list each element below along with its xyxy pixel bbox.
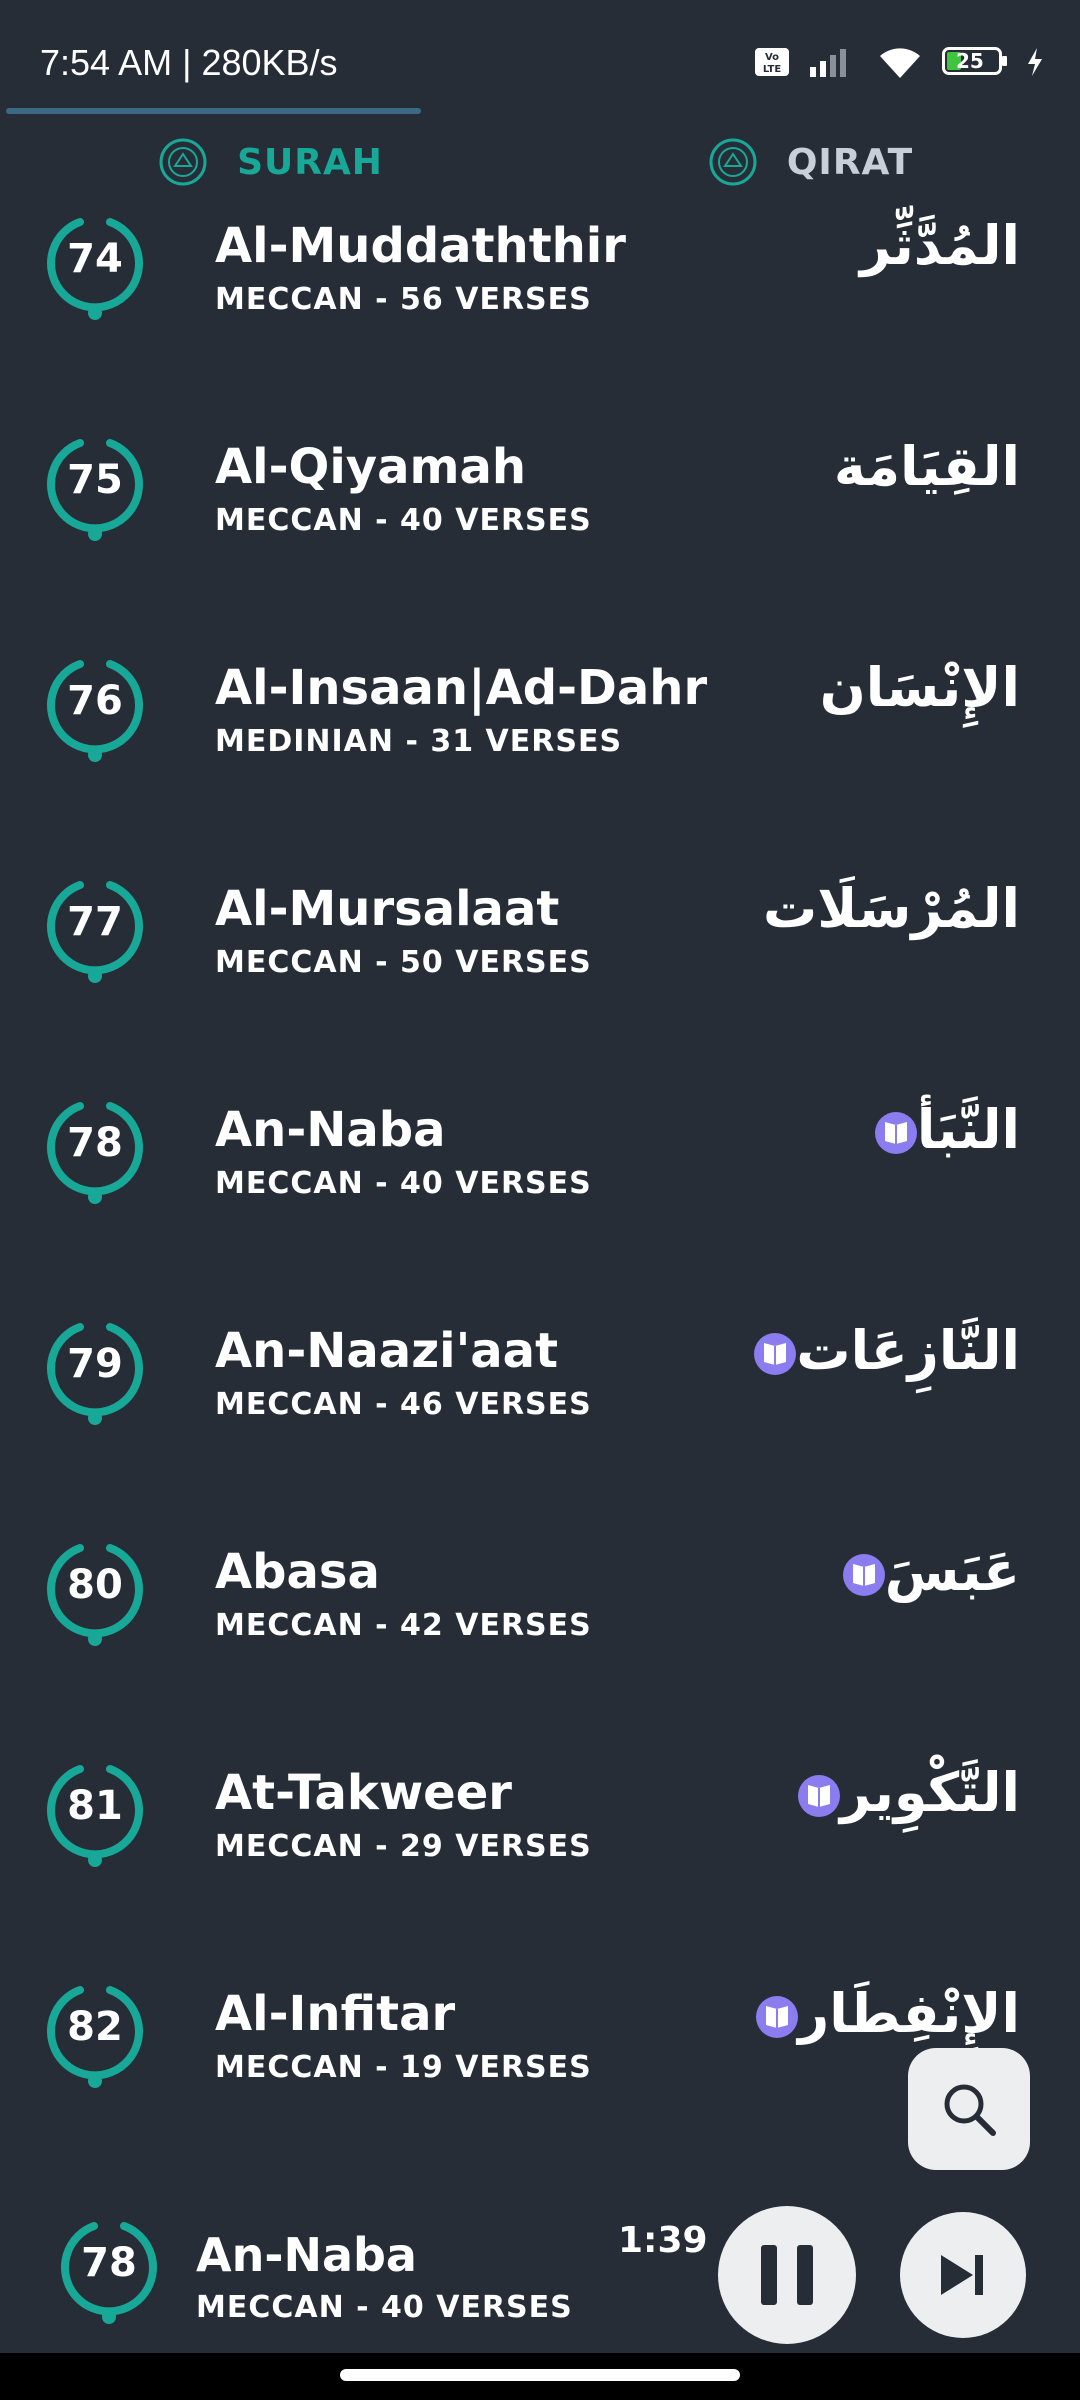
surah-name: Al-Qiyamah — [215, 439, 527, 495]
surah-arabic-text: التَّكْوِير — [840, 1761, 1020, 1824]
player-surah-number: 78 — [81, 2240, 137, 2286]
tab-surah[interactable]: SURAH — [0, 122, 540, 202]
player-number-badge: 78 — [54, 2214, 164, 2334]
book-icon[interactable] — [756, 1996, 799, 2039]
surah-row[interactable]: 76 Al-Insaan|Ad-Dahr MEDINIAN - 31 VERSE… — [0, 652, 1080, 873]
surah-name: Al-Infitar — [215, 1986, 456, 2042]
status-icons: Vo LTE 25 — [754, 44, 1044, 80]
surah-name: Abasa — [215, 1544, 380, 1600]
surah-arabic-name: الإِنْفِطَار — [732, 1982, 1020, 2045]
surah-number: 75 — [67, 457, 123, 503]
svg-text:Vo: Vo — [765, 52, 779, 63]
mini-player[interactable]: 78 An-Naba MECCAN - 40 VERSES 1:39 — [0, 2178, 1080, 2353]
player-elapsed-time: 1:39 — [618, 2220, 708, 2261]
surah-arabic-name: النَّبَأ — [851, 1098, 1020, 1161]
surah-number-badge: 80 — [40, 1536, 150, 1656]
battery-level: 25 — [956, 49, 984, 73]
surah-meta: MECCAN - 56 VERSES — [215, 282, 592, 317]
surah-row[interactable]: 81 At-Takweer MECCAN - 29 VERSES التَّكْ… — [0, 1757, 1080, 1978]
book-icon[interactable] — [798, 1775, 841, 1818]
skip-next-icon — [941, 2255, 983, 2295]
surah-meta: MECCAN - 46 VERSES — [215, 1387, 592, 1422]
player-title: An-Naba — [196, 2228, 417, 2282]
surah-arabic-text: الإِنْفِطَار — [798, 1982, 1020, 2045]
tab-qirat-label: QIRAT — [786, 141, 914, 183]
surah-row[interactable]: 74 Al-Muddaththir MECCAN - 56 VERSES الم… — [0, 210, 1080, 431]
surah-arabic-name: عَبَسَ — [819, 1540, 1020, 1603]
surah-number: 77 — [67, 899, 123, 945]
surah-number: 80 — [67, 1562, 123, 1608]
surah-meta: MECCAN - 29 VERSES — [215, 1829, 592, 1864]
surah-meta: MECCAN - 50 VERSES — [215, 945, 592, 980]
system-nav-bar — [0, 2353, 1080, 2400]
surah-number-badge: 77 — [40, 873, 150, 993]
tab-qirat[interactable]: QIRAT — [540, 122, 1080, 202]
surah-arabic-name: المُدَّثِّر — [859, 214, 1020, 277]
surah-arabic-name: المُرْسَلَات — [763, 877, 1020, 940]
book-icon[interactable] — [754, 1333, 797, 1376]
tab-surah-label: SURAH — [237, 141, 383, 183]
skip-next-button[interactable] — [900, 2212, 1026, 2338]
status-bar: 7:54 AM | 280KB/s Vo LTE 25 — [0, 0, 1080, 130]
quran-ornament-icon — [159, 138, 207, 186]
surah-number-badge: 79 — [40, 1315, 150, 1435]
surah-row[interactable]: 78 An-Naba MECCAN - 40 VERSES النَّبَأ — [0, 1094, 1080, 1315]
charging-icon — [1028, 48, 1042, 76]
surah-row[interactable]: 75 Al-Qiyamah MECCAN - 40 VERSES القِيَا… — [0, 431, 1080, 652]
pause-button[interactable] — [718, 2206, 856, 2344]
surah-row[interactable]: 77 Al-Mursalaat MECCAN - 50 VERSES المُر… — [0, 873, 1080, 1094]
surah-name: An-Naazi'aat — [215, 1323, 559, 1379]
surah-meta: MECCAN - 19 VERSES — [215, 2050, 592, 2085]
surah-number-badge: 78 — [40, 1094, 150, 1214]
surah-arabic-text: عَبَسَ — [884, 1540, 1020, 1603]
surah-arabic-name: الإِنْسَان — [819, 656, 1020, 719]
surah-meta: MECCAN - 40 VERSES — [215, 503, 592, 538]
pause-icon — [761, 2245, 813, 2305]
surah-arabic-name: النَّازِعَات — [730, 1319, 1020, 1382]
wifi-icon — [880, 48, 920, 78]
surah-number: 78 — [67, 1120, 123, 1166]
surah-number: 79 — [67, 1341, 123, 1387]
surah-number: 74 — [67, 236, 123, 282]
search-icon — [944, 2084, 996, 2136]
surah-meta: MECCAN - 42 VERSES — [215, 1608, 592, 1643]
surah-number-badge: 74 — [40, 210, 150, 330]
search-button[interactable] — [908, 2048, 1030, 2170]
surah-row[interactable]: 79 An-Naazi'aat MECCAN - 46 VERSES النَّ… — [0, 1315, 1080, 1536]
surah-arabic-text: النَّبَأ — [916, 1098, 1020, 1161]
svg-text:LTE: LTE — [763, 64, 782, 75]
reciter-ornament-icon — [709, 138, 757, 186]
surah-name: At-Takweer — [215, 1765, 512, 1821]
surah-number-badge: 76 — [40, 652, 150, 772]
surah-meta: MECCAN - 40 VERSES — [215, 1166, 592, 1201]
surah-number-badge: 81 — [40, 1757, 150, 1877]
player-meta: MECCAN - 40 VERSES — [196, 2290, 573, 2325]
surah-arabic-name: التَّكْوِير — [774, 1761, 1020, 1824]
surah-number-badge: 75 — [40, 431, 150, 551]
surah-number: 76 — [67, 678, 123, 724]
status-time: 7:54 AM | 280KB/s — [40, 42, 338, 83]
surah-name: Al-Mursalaat — [215, 881, 560, 937]
book-icon[interactable] — [874, 1112, 917, 1155]
surah-arabic-text: النَّازِعَات — [796, 1319, 1020, 1382]
tab-bar: SURAH QIRAT — [0, 122, 1080, 202]
signal-icon — [810, 49, 846, 77]
surah-row[interactable]: 80 Abasa MECCAN - 42 VERSES عَبَسَ — [0, 1536, 1080, 1757]
surah-number-badge: 82 — [40, 1978, 150, 2098]
surah-name: Al-Muddaththir — [215, 218, 626, 274]
battery-icon: 25 — [942, 47, 1008, 77]
surah-arabic-name: القِيَامَة — [833, 435, 1020, 498]
surah-number: 82 — [67, 2004, 123, 2050]
volte-icon: Vo LTE — [755, 48, 789, 76]
tab-indicator — [6, 108, 421, 114]
surah-name: Al-Insaan|Ad-Dahr — [215, 660, 708, 716]
surah-meta: MEDINIAN - 31 VERSES — [215, 724, 623, 759]
home-gesture-handle[interactable] — [340, 2369, 740, 2381]
book-icon[interactable] — [842, 1554, 885, 1597]
surah-number: 81 — [67, 1783, 123, 1829]
surah-name: An-Naba — [215, 1102, 446, 1158]
